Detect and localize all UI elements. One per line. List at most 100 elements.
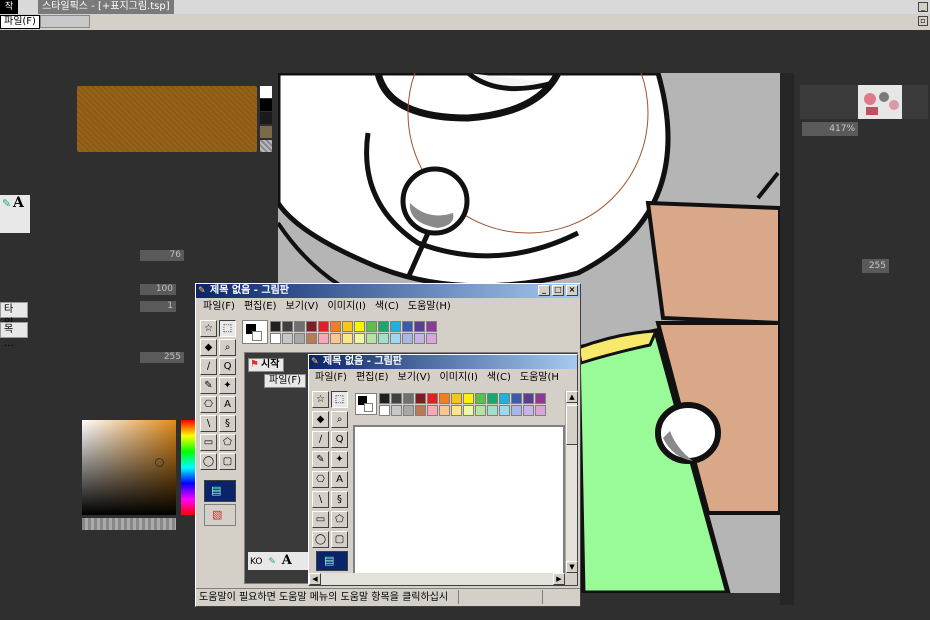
inner-color-cell[interactable] — [475, 405, 486, 416]
paint-outer-maximize[interactable]: □ — [552, 285, 564, 296]
outer-color-cell[interactable] — [366, 333, 377, 344]
inner-tool-curve-icon[interactable]: § — [331, 491, 348, 508]
paint-outer-menu-help[interactable]: 도움말(H) — [408, 301, 451, 312]
paint-outer-menu-view[interactable]: 보기(V) — [286, 301, 319, 312]
paint-inner-menu-edit[interactable]: 편집(E) — [356, 372, 389, 383]
navigator-thumbnail[interactable] — [858, 85, 902, 119]
paint-window-inner[interactable]: ✎ 제목 없음 - 그림판 파일(F) 편집(E) 보기(V) 이미지(I) 색(C) 도… — [308, 354, 578, 586]
outer-tool-rounded-rect-icon[interactable]: ▢ — [219, 453, 236, 470]
outer-color-cell[interactable] — [426, 321, 437, 332]
paint-inner-menu-color[interactable]: 색(C) — [487, 372, 511, 383]
outer-tool-select-icon[interactable]: ⬚ — [219, 320, 236, 337]
paint-outer-close[interactable]: × — [566, 285, 578, 296]
inner-tool-text-icon[interactable]: A — [331, 471, 348, 488]
paint-inner-option-1[interactable]: ▤ — [316, 551, 348, 571]
inner-color-cell[interactable] — [487, 393, 498, 404]
outer-tool-free-select-icon[interactable]: ☆ — [200, 320, 217, 337]
outer-tool-picker-icon[interactable]: ∕ — [200, 358, 217, 375]
inner-color-cell[interactable] — [427, 405, 438, 416]
inner-tool-line-icon[interactable]: \ — [312, 491, 329, 508]
inner-tool-fill-icon[interactable]: ⌕ — [331, 411, 348, 428]
outer-color-cell[interactable] — [330, 321, 341, 332]
paint-outer-menu-file[interactable]: 파일(F) — [203, 301, 235, 312]
paint-inner-canvas[interactable] — [355, 427, 563, 573]
outer-color-cell[interactable] — [354, 333, 365, 344]
start-file-menu[interactable]: 파일(F) — [264, 374, 306, 388]
outer-tool-curve-icon[interactable]: § — [219, 415, 236, 432]
scroll-down-arrow[interactable]: ▼ — [566, 561, 578, 573]
inner-color-cell[interactable] — [487, 405, 498, 416]
outer-tool-text-icon[interactable]: A — [219, 396, 236, 413]
color-swatch-brown[interactable] — [260, 126, 272, 138]
paint-outer-menu-color[interactable]: 색(C) — [375, 301, 399, 312]
inner-color-cell[interactable] — [439, 393, 450, 404]
inner-tool-ellipse-icon[interactable]: ◯ — [312, 531, 329, 548]
minimize-button[interactable]: _ — [918, 2, 928, 12]
value-field-100[interactable]: 100 — [140, 284, 176, 295]
paint-inner-hscroll[interactable]: ◀ ▶ — [309, 573, 565, 585]
outer-color-cell[interactable] — [378, 321, 389, 332]
outer-tool-ellipse-icon[interactable]: ◯ — [200, 453, 217, 470]
vscroll-thumb[interactable] — [566, 405, 578, 445]
inner-color-cell[interactable] — [475, 393, 486, 404]
paint-inner-titlebar[interactable]: ✎ 제목 없음 - 그림판 — [309, 355, 577, 369]
paint-inner-menu-help[interactable]: 도움말(H — [520, 372, 559, 383]
inner-tool-free-select-icon[interactable]: ☆ — [312, 391, 329, 408]
inner-tool-brush-icon[interactable]: ✦ — [331, 451, 348, 468]
outer-color-cell[interactable] — [426, 333, 437, 344]
inner-tool-polygon-icon[interactable]: ⬠ — [331, 511, 348, 528]
outer-tool-eraser-icon[interactable]: ◆ — [200, 339, 217, 356]
inner-color-cell[interactable] — [403, 393, 414, 404]
outer-tool-polygon-icon[interactable]: ⬠ — [219, 434, 236, 451]
paint-outer-menu-image[interactable]: 이미지(I) — [328, 301, 366, 312]
paint-outer-option-1[interactable]: ▤ — [204, 480, 236, 502]
inner-color-cell[interactable] — [415, 405, 426, 416]
inner-tool-zoom-icon[interactable]: Q — [331, 431, 348, 448]
inner-color-cell[interactable] — [451, 393, 462, 404]
paint-inner-menu-view[interactable]: 보기(V) — [398, 372, 431, 383]
color-picker-cursor[interactable] — [155, 458, 164, 467]
outer-color-cell[interactable] — [390, 321, 401, 332]
outer-color-cell[interactable] — [330, 333, 341, 344]
menu-file[interactable]: 파일(F) — [0, 15, 40, 29]
outer-color-cell[interactable] — [270, 333, 281, 344]
color-swatch-black[interactable] — [260, 99, 272, 111]
inner-tool-eraser-icon[interactable]: ◆ — [312, 411, 329, 428]
saturation-value-picker[interactable] — [82, 420, 176, 515]
inner-color-cell[interactable] — [379, 405, 390, 416]
outer-color-cell[interactable] — [318, 321, 329, 332]
outer-color-cell[interactable] — [390, 333, 401, 344]
outer-color-cell[interactable] — [294, 321, 305, 332]
inner-color-cell[interactable] — [463, 393, 474, 404]
side-button-file[interactable]: 타일... — [0, 302, 28, 329]
inner-color-cell[interactable] — [391, 393, 402, 404]
inner-color-cell[interactable] — [499, 405, 510, 416]
inner-color-cell[interactable] — [523, 393, 534, 404]
outer-tool-line-icon[interactable]: \ — [200, 415, 217, 432]
outer-color-cell[interactable] — [270, 321, 281, 332]
outer-tool-pencil-icon[interactable]: ✎ — [200, 377, 217, 394]
outer-tool-airbrush-icon[interactable]: ⎔ — [200, 396, 217, 413]
outer-color-cell[interactable] — [342, 333, 353, 344]
inner-color-cell[interactable] — [427, 393, 438, 404]
paint-outer-titlebar[interactable]: ✎ 제목 없음 - 그림판 _ □ × — [196, 284, 580, 298]
zoom-level[interactable]: 417% — [802, 122, 858, 136]
inner-tool-rectangle-icon[interactable]: ▭ — [312, 511, 329, 528]
inner-color-cell[interactable] — [439, 405, 450, 416]
outer-color-cell[interactable] — [294, 333, 305, 344]
paint-inner-vscroll[interactable]: ▲ ▼ — [565, 391, 578, 573]
outer-color-cell[interactable] — [366, 321, 377, 332]
outer-tool-brush-icon[interactable]: ✦ — [219, 377, 236, 394]
inner-color-cell[interactable] — [535, 405, 546, 416]
paint-inner-menu-image[interactable]: 이미지(I) — [440, 372, 478, 383]
outer-tool-fill-icon[interactable]: ⌕ — [219, 339, 236, 356]
hue-slider[interactable] — [181, 420, 195, 515]
start-button[interactable]: ⚑ 시작 — [248, 358, 284, 372]
inner-tool-airbrush-icon[interactable]: ⎔ — [312, 471, 329, 488]
outer-color-cell[interactable] — [282, 333, 293, 344]
outer-color-cell[interactable] — [342, 321, 353, 332]
paint-inner-palette[interactable] — [379, 393, 549, 417]
inner-color-cell[interactable] — [511, 405, 522, 416]
alpha-slider[interactable] — [82, 518, 176, 530]
inner-tool-picker-icon[interactable]: ∕ — [312, 431, 329, 448]
